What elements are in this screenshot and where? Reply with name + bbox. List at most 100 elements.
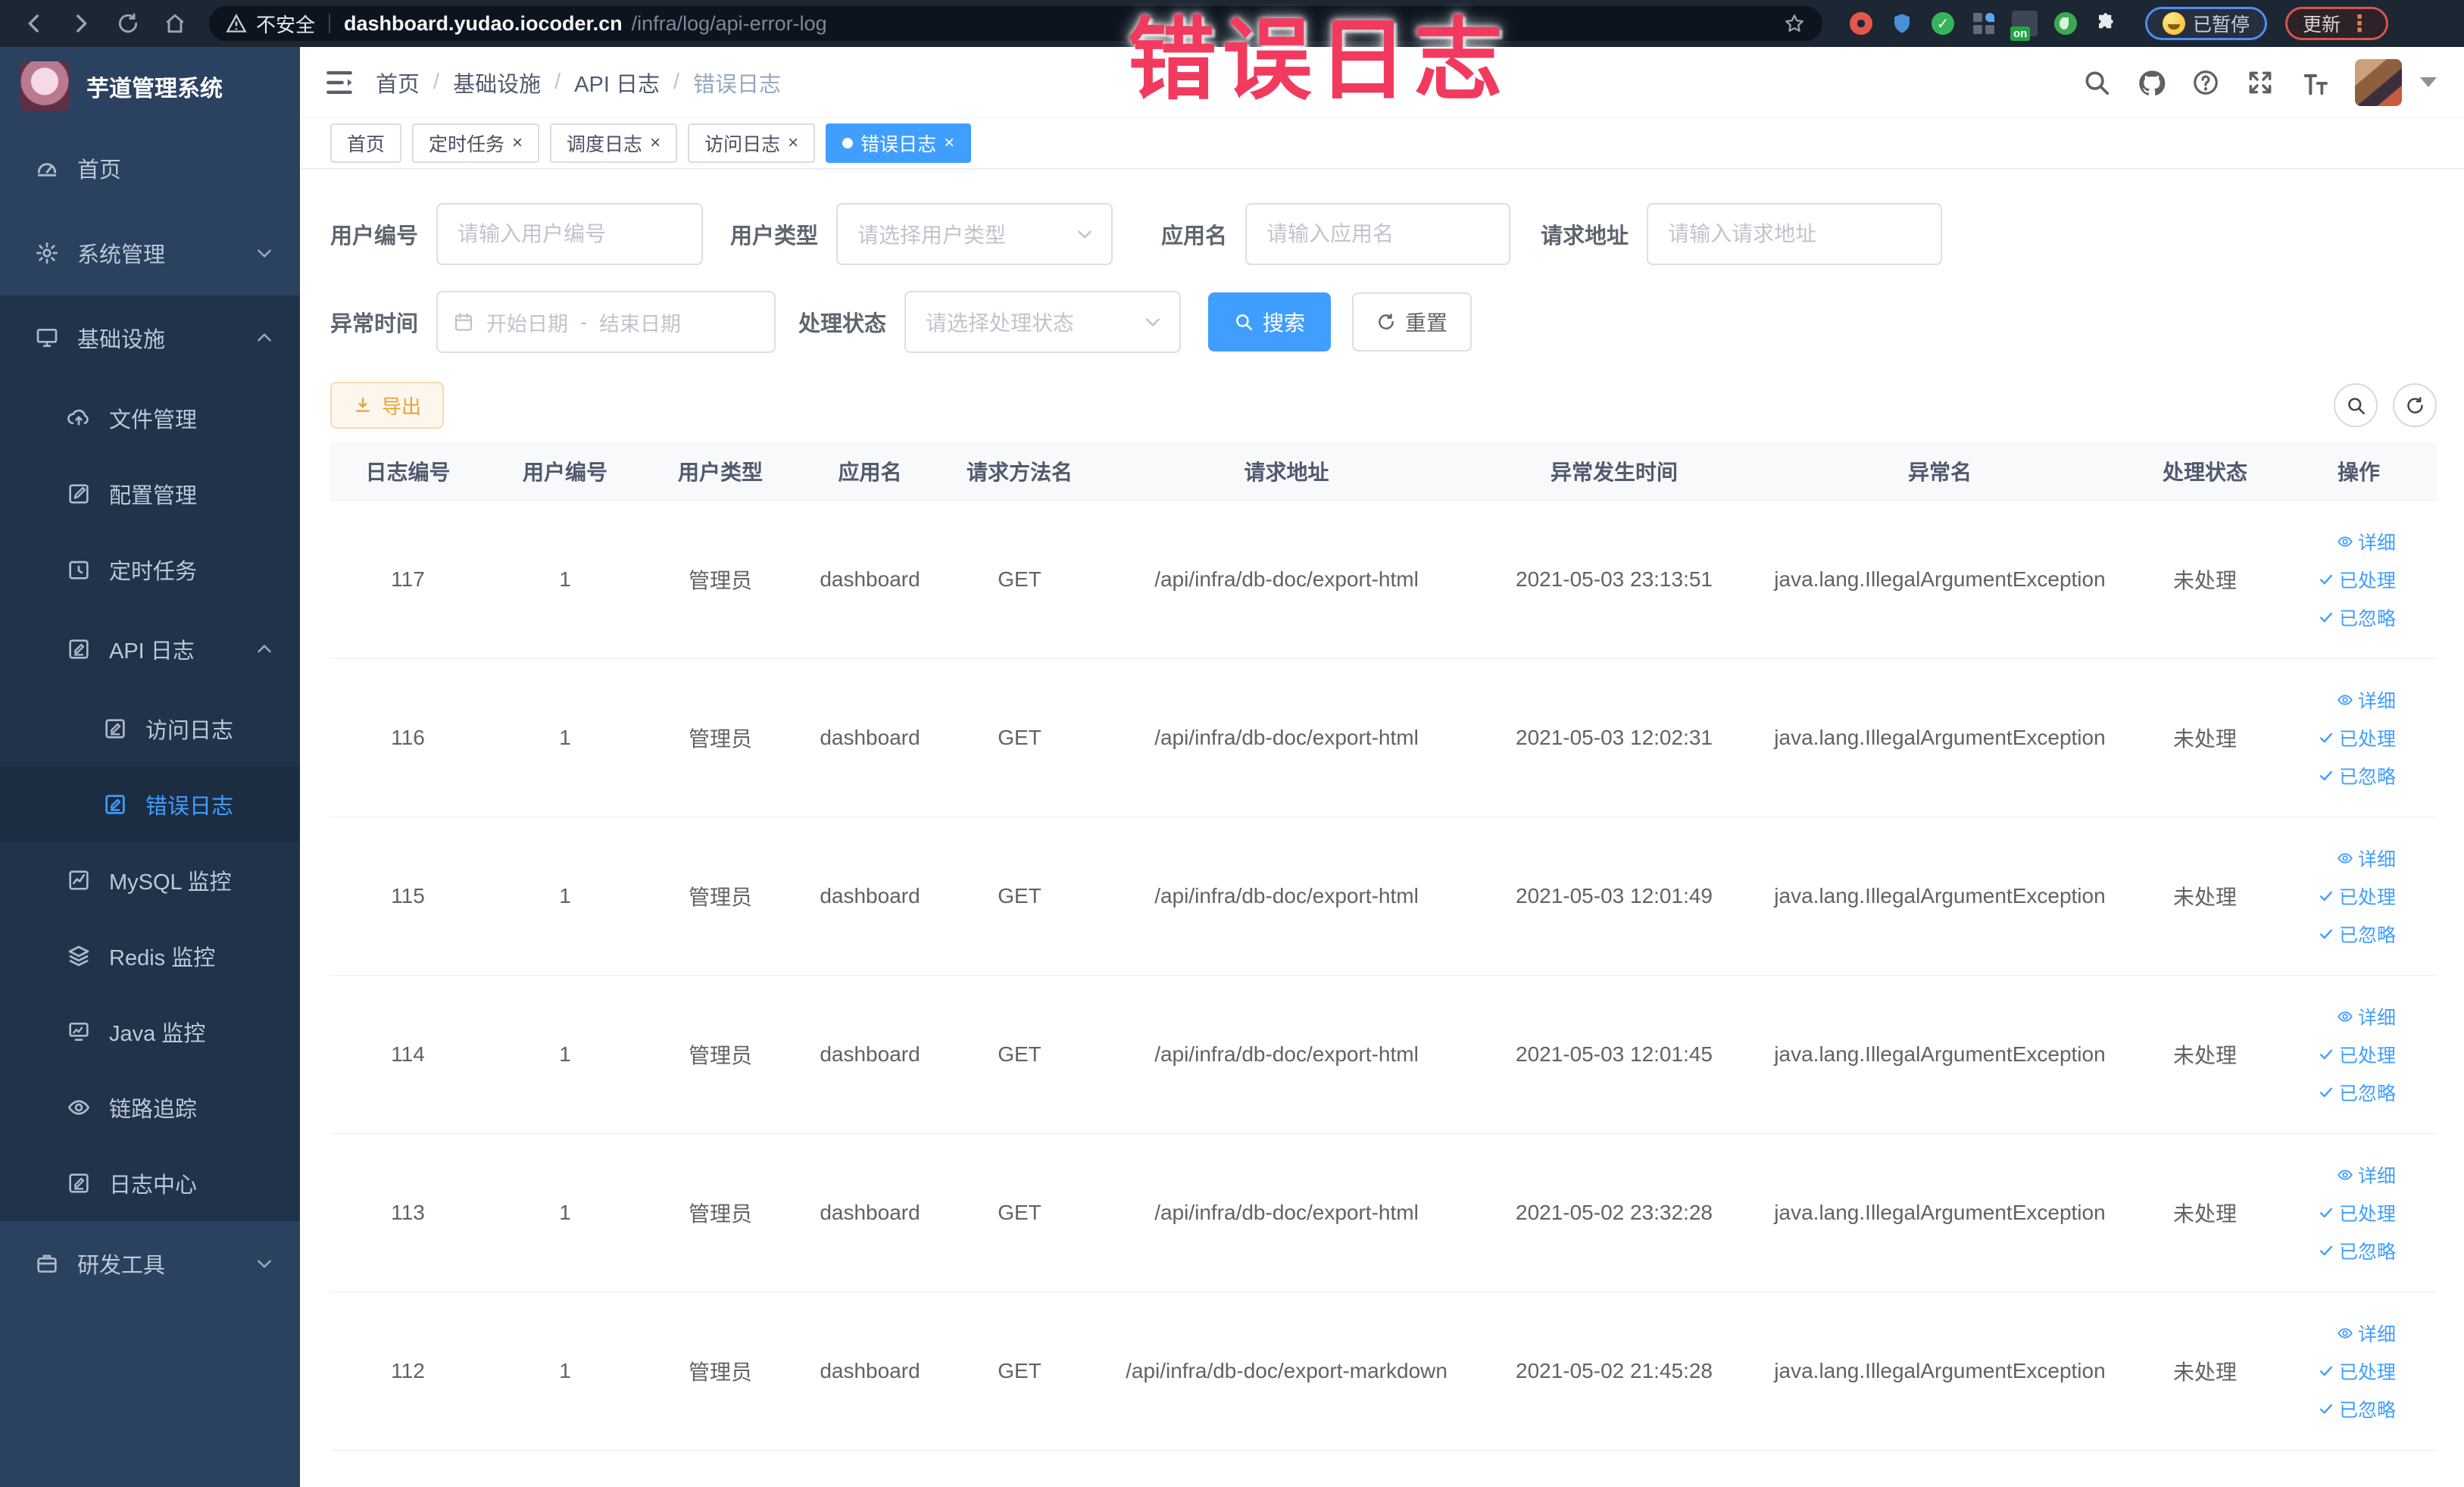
sidebar-item-api-log[interactable]: API 日志	[0, 608, 300, 691]
not-secure-label[interactable]: 不安全	[256, 10, 315, 38]
user-type-select[interactable]: 请选择用户类型	[836, 203, 1113, 265]
help-icon[interactable]	[2191, 68, 2220, 97]
browser-reload-icon[interactable]	[108, 6, 148, 41]
browser-menu-icon[interactable]: ⋮	[2348, 11, 2371, 37]
extension-icon-grid[interactable]	[1971, 11, 1997, 36]
process-status-label: 处理状态	[798, 312, 887, 336]
processed-label: 已处理	[2338, 886, 2396, 908]
font-size-icon[interactable]	[2300, 68, 2329, 97]
tab-scheduled-jobs[interactable]: 定时任务 ×	[412, 123, 540, 163]
mark-processed-link[interactable]: 已处理	[2318, 1357, 2396, 1385]
sidebar-item-redis-monitor[interactable]: Redis 监控	[0, 918, 300, 994]
cell-url: /api/infra/db-doc/export-html	[1095, 817, 1478, 976]
mark-ignored-link[interactable]: 已忽略	[2318, 604, 2396, 631]
bookmark-star-icon[interactable]	[1783, 12, 1806, 35]
date-range-picker[interactable]: 开始日期 - 结束日期	[436, 291, 776, 353]
detail-link[interactable]: 详细	[2337, 1320, 2396, 1347]
tab-close-icon[interactable]: ×	[512, 134, 523, 152]
app-name-input[interactable]	[1245, 203, 1511, 265]
chrome-update-button[interactable]: 更新 ⋮	[2285, 7, 2389, 40]
main-area: 首页 / 基础设施 / API 日志 / 错误日志 首页 定时任务 × 调度日志	[300, 47, 2464, 1487]
app-name-label: 应用名	[1161, 224, 1228, 248]
sidebar-item-tracing[interactable]: 链路追踪	[0, 1070, 300, 1145]
browser-back-icon[interactable]	[14, 6, 55, 41]
tab-error-log[interactable]: 错误日志 ×	[826, 123, 972, 163]
mark-ignored-link[interactable]: 已忽略	[2318, 1079, 2396, 1106]
tab-home[interactable]: 首页	[330, 123, 402, 163]
chart-icon	[67, 868, 91, 892]
mark-processed-link[interactable]: 已处理	[2318, 1041, 2396, 1068]
sidebar-item-access-log[interactable]: 访问日志	[0, 691, 300, 767]
mark-processed-link[interactable]: 已处理	[2318, 566, 2396, 593]
reset-button[interactable]: 重置	[1352, 292, 1472, 351]
calendar-icon	[453, 311, 474, 333]
chevron-down-icon	[1075, 224, 1095, 244]
address-bar[interactable]: 不安全 dashboard.yudao.iocoder.cn /infra/lo…	[209, 6, 1822, 41]
check-icon	[2318, 1363, 2334, 1379]
browser-forward-icon[interactable]	[61, 6, 101, 41]
sidebar-item-mysql-monitor[interactable]: MySQL 监控	[0, 842, 300, 918]
sidebar-item-home[interactable]: 首页	[0, 126, 300, 211]
breadcrumb-api-log[interactable]: API 日志	[574, 67, 660, 98]
sidebar-item-file-mgmt[interactable]: 文件管理	[0, 380, 300, 456]
breadcrumb-infrastructure[interactable]: 基础设施	[453, 67, 541, 98]
ignored-label: 已忽略	[2338, 1241, 2396, 1263]
process-status-select[interactable]: 请选择处理状态	[904, 291, 1182, 353]
tab-close-icon[interactable]: ×	[650, 134, 661, 152]
avatar-caret-down-icon[interactable]	[2420, 77, 2437, 87]
toggle-search-button[interactable]	[2334, 383, 2378, 427]
cell-exception: java.lang.IllegalArgumentException	[1750, 1133, 2129, 1292]
browser-home-icon[interactable]	[155, 6, 195, 41]
sidebar-item-dev-tools[interactable]: 研发工具	[0, 1221, 300, 1306]
extension-icon-on-badge[interactable]: on	[2010, 11, 2038, 41]
sidebar-item-log-center[interactable]: 日志中心	[0, 1145, 300, 1221]
extension-icon-orange[interactable]	[1848, 11, 1874, 36]
extension-icon-leaf[interactable]	[2053, 11, 2078, 36]
mark-processed-link[interactable]: 已处理	[2318, 883, 2396, 910]
processed-label: 已处理	[2338, 570, 2396, 592]
browser-toolbar: 不安全 dashboard.yudao.iocoder.cn /infra/lo…	[0, 0, 2464, 47]
breadcrumb-home[interactable]: 首页	[376, 67, 420, 98]
tab-schedule-log[interactable]: 调度日志 ×	[550, 123, 678, 163]
detail-link[interactable]: 详细	[2337, 845, 2396, 872]
detail-link[interactable]: 详细	[2337, 1003, 2396, 1030]
mark-processed-link[interactable]: 已处理	[2318, 724, 2396, 751]
sidebar-item-error-log[interactable]: 错误日志	[0, 767, 300, 842]
refresh-table-button[interactable]	[2393, 383, 2437, 427]
sidebar-item-scheduled-jobs[interactable]: 定时任务	[0, 532, 300, 608]
sidebar-item-label: 链路追踪	[109, 1098, 198, 1122]
sidebar-item-system-mgmt[interactable]: 系统管理	[0, 211, 300, 295]
sidebar-item-java-monitor[interactable]: Java 监控	[0, 994, 300, 1070]
user-id-input[interactable]	[436, 203, 704, 265]
refresh-icon	[2405, 395, 2425, 416]
search-button[interactable]: 搜索	[1208, 292, 1332, 351]
extension-icon-shield[interactable]	[1889, 11, 1915, 36]
detail-link[interactable]: 详细	[2337, 1161, 2396, 1189]
tab-access-log[interactable]: 访问日志 ×	[688, 123, 816, 163]
detail-link[interactable]: 详细	[2337, 686, 2396, 714]
sidebar-collapse-icon[interactable]	[323, 66, 356, 99]
github-icon[interactable]	[2137, 68, 2166, 97]
sidebar-item-label: 基础设施	[77, 328, 166, 352]
request-url-input[interactable]	[1647, 203, 1943, 265]
tab-close-icon[interactable]: ×	[788, 134, 798, 152]
app-logo[interactable]: 芋道管理系统	[0, 47, 300, 126]
mark-ignored-link[interactable]: 已忽略	[2318, 1237, 2396, 1264]
col-method: 请求方法名	[944, 442, 1095, 501]
profile-paused-pill[interactable]: 已暂停	[2145, 7, 2268, 40]
mark-ignored-link[interactable]: 已忽略	[2318, 920, 2396, 948]
sidebar-item-infrastructure[interactable]: 基础设施	[0, 295, 300, 380]
mark-ignored-link[interactable]: 已忽略	[2318, 1395, 2396, 1423]
mark-processed-link[interactable]: 已处理	[2318, 1199, 2396, 1226]
fullscreen-icon[interactable]	[2246, 68, 2275, 97]
export-button[interactable]: 导出	[330, 382, 445, 429]
extension-icon-green-check[interactable]: ✓	[1930, 11, 1956, 36]
tab-close-icon[interactable]: ×	[944, 134, 954, 152]
extension-icon-puzzle[interactable]	[2094, 11, 2119, 36]
detail-link[interactable]: 详细	[2337, 528, 2396, 555]
mark-ignored-link[interactable]: 已忽略	[2318, 762, 2396, 789]
header-search-icon[interactable]	[2082, 68, 2111, 97]
sidebar-item-config-mgmt[interactable]: 配置管理	[0, 456, 300, 532]
cell-exception: java.lang.IllegalArgumentException	[1750, 817, 2129, 976]
user-avatar[interactable]	[2355, 58, 2402, 106]
